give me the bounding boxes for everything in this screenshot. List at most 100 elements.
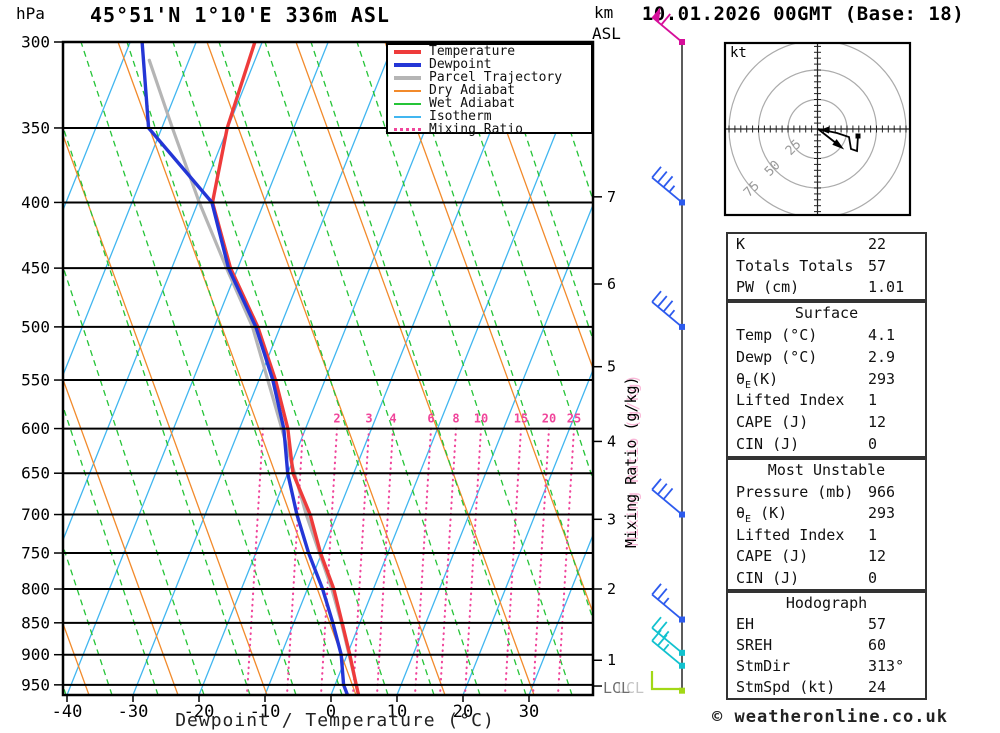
indices-row-value: 57	[868, 256, 887, 275]
indices-row: EH 57	[728, 614, 925, 635]
wind-barb-feather	[657, 483, 668, 495]
lcl-label: LCL	[603, 679, 631, 697]
pressure-tick-label: 750	[21, 544, 50, 563]
indices-row-label: EH	[736, 615, 755, 633]
isotherm-line	[66, 43, 329, 694]
indices-section: Surface Temp (°C) 4.1 Dewp (°C) 2.9 θE(K) 293 L…	[726, 301, 927, 458]
temp-tick-label: -40	[52, 702, 83, 722]
pressure-tick-label: 850	[21, 613, 50, 632]
pressure-tick-label: 900	[21, 645, 50, 664]
pressure-tick-label: 450	[21, 259, 50, 278]
pressure-tick-label: 300	[21, 33, 50, 52]
km-tick-label: 4	[607, 432, 616, 450]
wind-barb-staff	[651, 627, 683, 654]
wind-barb-feather	[651, 290, 662, 303]
legend-swatch-thin	[394, 89, 421, 92]
indices-section: Most Unstable Pressure (mb) 966 θE (K) 293 Li…	[726, 458, 927, 591]
wind-barb-feather	[651, 166, 662, 179]
legend-label: Mixing Ratio	[429, 122, 523, 137]
indices-section-header: Surface	[794, 304, 859, 322]
legend: Temperature Dewpoint Parcel Trajectory Dry …	[386, 43, 593, 137]
indices-row-label: K	[736, 235, 746, 253]
indices-row: Pressure (mb) 966	[728, 482, 925, 504]
isotherm-line	[330, 43, 592, 694]
indices-row: CIN (J) 0	[728, 434, 925, 456]
indices-row: StmDir 313°	[728, 656, 925, 677]
hodograph-ring-label: 75	[741, 179, 763, 201]
indices-row: θE(K) 293	[728, 369, 925, 391]
legend-swatch-thick	[394, 75, 421, 80]
indices-row-value: 293	[868, 369, 896, 388]
mixing-ratio-label: 8	[452, 412, 459, 426]
indices-section-header: Most Unstable	[767, 461, 886, 479]
indices-row: Temp (°C) 4.1	[728, 325, 925, 347]
mixing-ratio-label: 6	[427, 412, 434, 426]
indices-row-label: StmDir	[736, 657, 791, 675]
pressure-tick-label: 350	[21, 118, 50, 137]
indices-row: SREH 60	[728, 635, 925, 656]
dry-adiabat-line	[117, 43, 357, 694]
xaxis-title: Dewpoint / Temperature (°C)	[175, 710, 495, 731]
mixing-ratio-label: 25	[567, 412, 581, 426]
wind-barb-staff	[651, 176, 683, 204]
mixing-ratio-label: 2	[333, 412, 340, 426]
km-tick-label: 2	[607, 580, 616, 598]
indices-row-label: Totals Totals	[736, 256, 854, 275]
wind-barb-feather	[660, 13, 671, 26]
pressure-tick-label: 500	[21, 317, 50, 336]
mixing-ratio-label: 4	[389, 412, 396, 426]
indices-row-label: Pressure (mb)	[736, 482, 854, 501]
legend-swatch-thin	[394, 115, 421, 118]
wind-barb-staff	[651, 488, 683, 516]
legend-swatch-thick	[394, 62, 421, 67]
indices-row-value: 2.9	[868, 347, 896, 366]
dry-adiabat-line	[384, 43, 592, 612]
mixing-ratio-label: 15	[514, 412, 528, 426]
dry-adiabat-line	[64, 136, 268, 694]
wet-adiabat-line	[64, 547, 113, 694]
mixing-ratio-axis-label: Mixing Ratio (g/kg)	[622, 376, 640, 548]
indices-row-value: 1	[868, 391, 878, 410]
legend-swatch-dots	[394, 128, 421, 131]
indices-row: CAPE (J) 12	[728, 412, 925, 434]
indices-row-value: 12	[868, 413, 887, 432]
wind-barb-staff	[651, 301, 683, 328]
indices-row-label: Lifted Index	[736, 525, 845, 544]
hodograph-unit-label: kt	[730, 45, 747, 61]
wind-barb-feather	[657, 170, 668, 183]
hodograph-ring-label: 25	[783, 137, 805, 159]
indices-row-value: 12	[868, 547, 887, 565]
wind-barb-half-feather	[668, 185, 676, 193]
indices-row-label: PW (cm)	[736, 278, 800, 297]
indices-row-value: 57	[868, 615, 887, 633]
wet-adiabat-line	[172, 43, 389, 694]
indices-row-value: 4.1	[868, 325, 896, 344]
wet-adiabat-line	[310, 43, 527, 694]
km-tick-label: 6	[607, 275, 616, 293]
indices-row-value: 60	[868, 636, 887, 654]
wet-adiabat-line	[540, 43, 592, 199]
km-tick-label: 7	[607, 188, 616, 206]
hodograph-trace	[817, 128, 859, 153]
mixing-ratio-label: 10	[474, 412, 488, 426]
indices-row-value: 22	[868, 235, 887, 253]
wind-barb-feather	[662, 175, 674, 188]
indices-row-label: Lifted Index	[736, 391, 845, 410]
indices-row: CAPE (J) 12	[728, 546, 925, 568]
indices-row-label: Temp (°C)	[736, 325, 818, 344]
indices-row: Lifted Index 1	[728, 390, 925, 412]
indices-row: θE (K) 293	[728, 503, 925, 525]
isotherm-line	[396, 205, 592, 694]
skewt-sounding-page: hPa 45°51'N 1°10'E 336m ASL km ASL 10.01…	[0, 0, 1000, 733]
wind-barb-feather	[657, 588, 668, 600]
indices-row: StmSpd (kt) 24	[728, 677, 925, 698]
wind-barb-feather	[662, 487, 674, 500]
wet-adiabat-line	[402, 43, 592, 619]
pressure-tick-label: 600	[21, 419, 50, 438]
wind-barb-half-feather	[662, 597, 670, 605]
wind-barb-feather	[651, 616, 662, 629]
indices-row: PW (cm) 1.01	[728, 277, 925, 299]
mixing-ratio-label: 3	[365, 412, 372, 426]
pressure-tick-label: 550	[21, 371, 50, 390]
dry-adiabat-line	[295, 43, 535, 694]
